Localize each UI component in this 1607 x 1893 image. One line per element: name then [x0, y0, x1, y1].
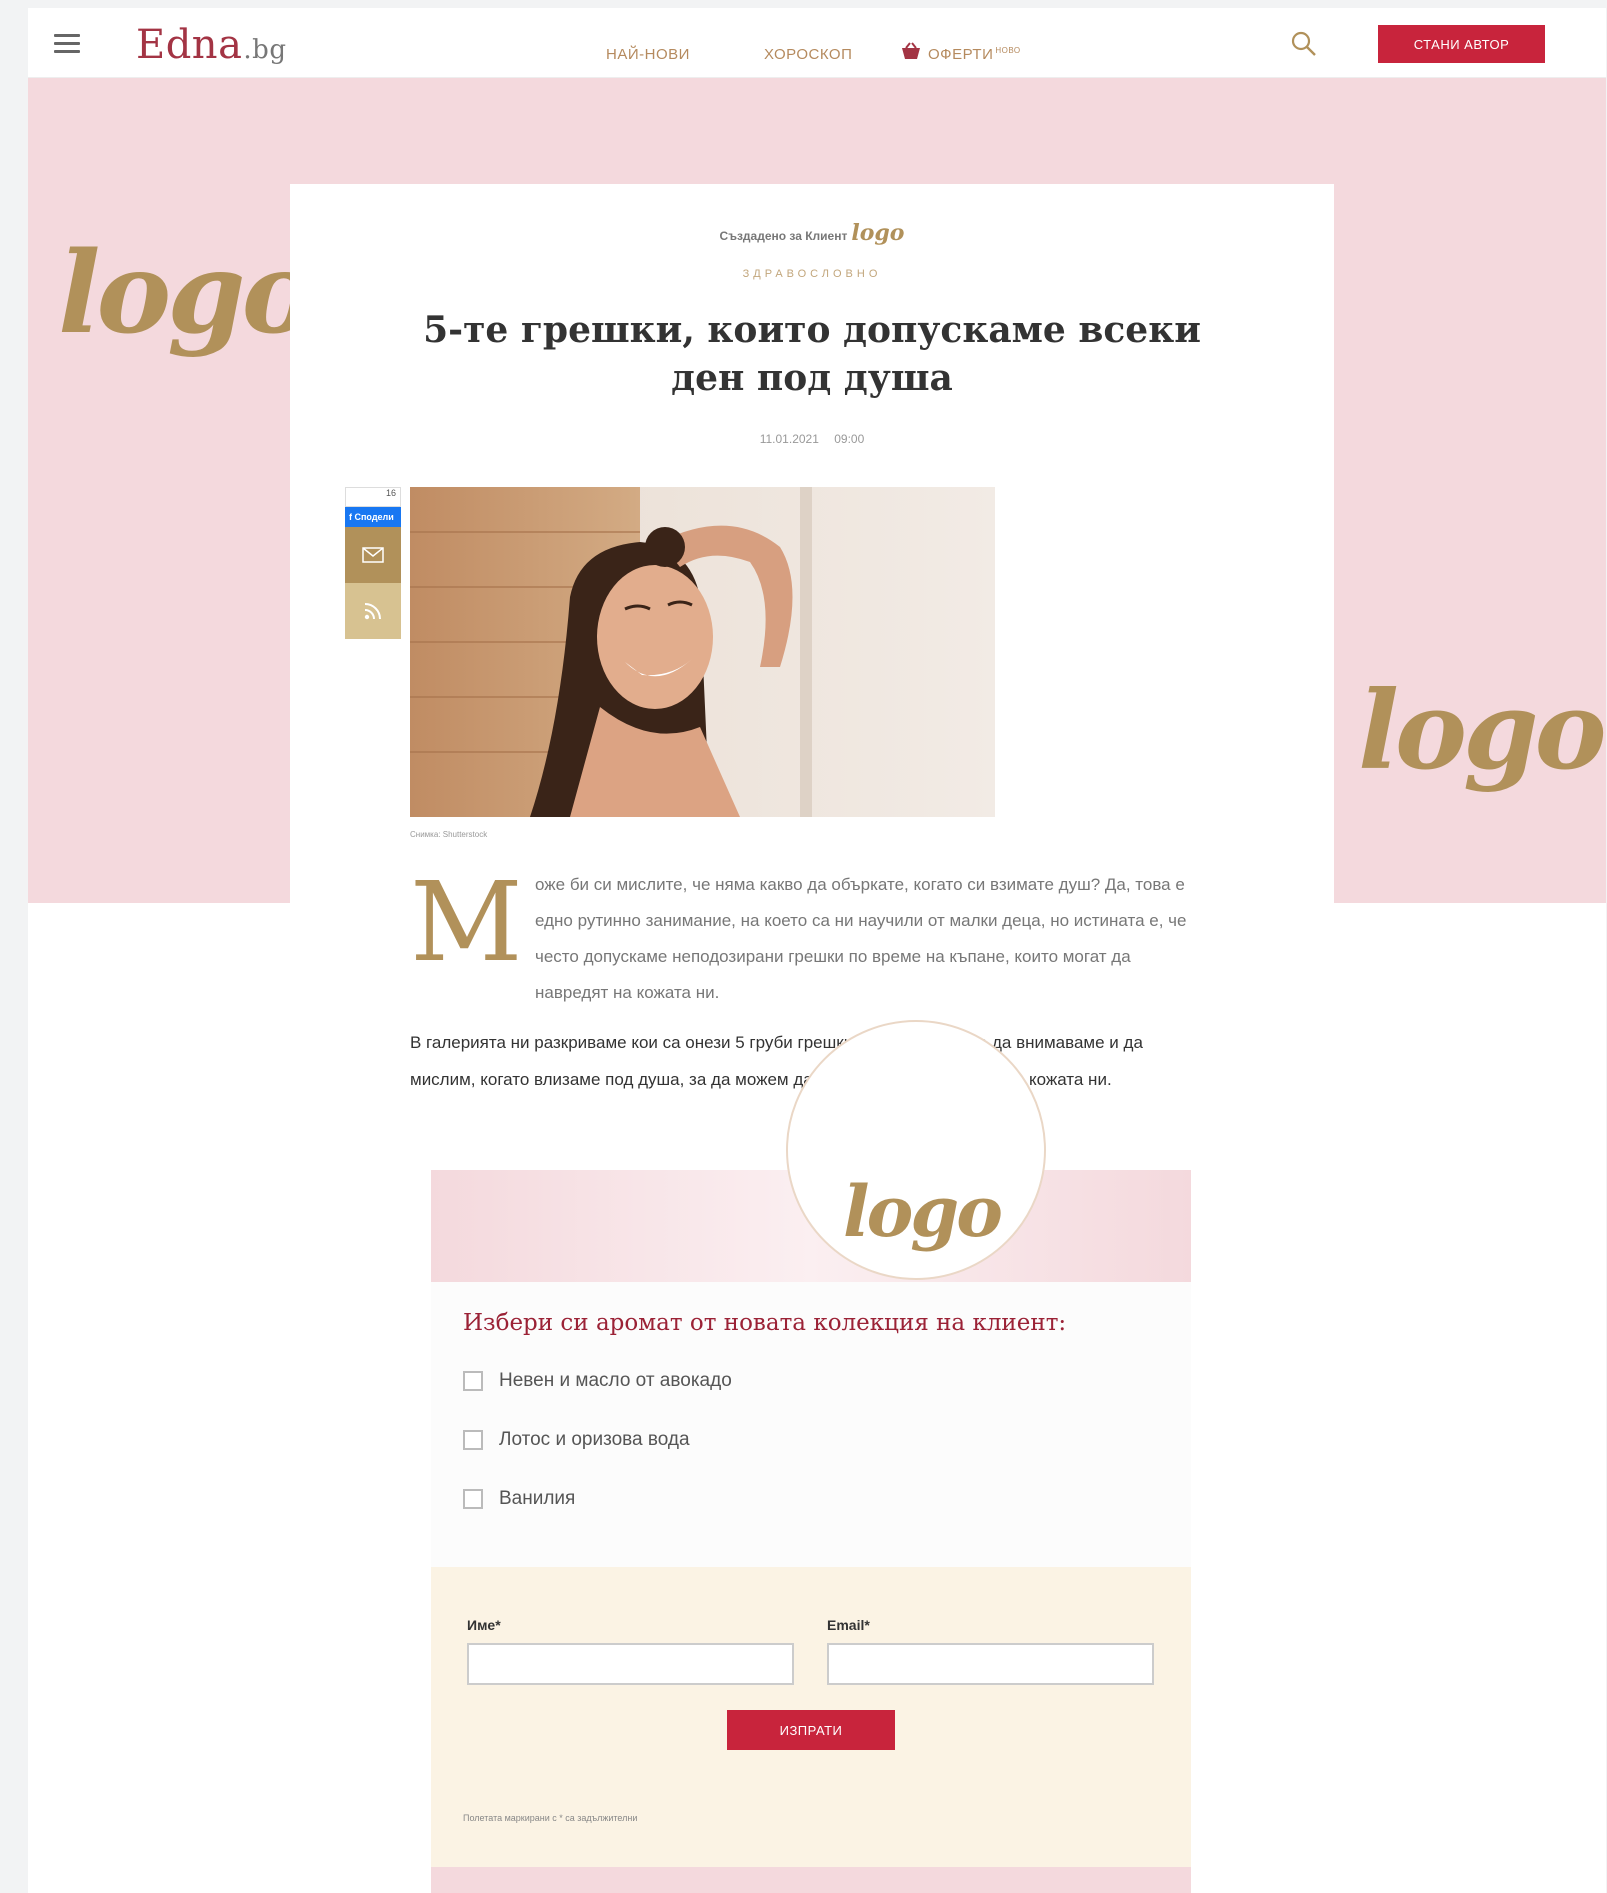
- option-label: Лотос и оризова вода: [499, 1429, 690, 1450]
- menu-icon[interactable]: [54, 34, 80, 54]
- email-label: Email*: [827, 1617, 870, 1633]
- nav-link-horoscope[interactable]: ХОРОСКОП: [764, 46, 852, 63]
- nav-link-offers[interactable]: ОФЕРТИ НОВО: [900, 42, 1021, 63]
- checkbox[interactable]: [463, 1489, 483, 1509]
- facebook-share-button[interactable]: f Сподели: [345, 507, 401, 527]
- required-note: Полетата маркирани с * са задължителни: [463, 1813, 638, 1823]
- site-header: Edna.bg НАЙ-НОВИ ХОРОСКОП ОФЕРТИ НОВО СТА…: [28, 8, 1606, 78]
- article-category[interactable]: ЗДРАВОСЛОВНО: [290, 268, 1334, 280]
- share-count: 16: [345, 487, 401, 507]
- contact-fields: Име* Email* ИЗПРАТИ Полетата маркирани с…: [431, 1567, 1191, 1867]
- form-footer-band: [431, 1867, 1191, 1893]
- email-input[interactable]: [827, 1643, 1154, 1685]
- basket-icon: [902, 42, 920, 59]
- nav-link-newest[interactable]: НАЙ-НОВИ: [606, 46, 690, 63]
- site-logo[interactable]: Edna.bg: [136, 22, 286, 68]
- drop-cap: М: [410, 858, 523, 986]
- share-bar: 16 f Сподели: [345, 487, 401, 639]
- intro-paragraph: оже би си мислите, че няма какво да обър…: [535, 875, 1187, 1002]
- option-vanilla[interactable]: Ванилия: [463, 1488, 575, 1510]
- survey-form: logo Избери си аромат от новата колекция…: [431, 1020, 1191, 1893]
- image-caption: Снимка: Shutterstock: [410, 830, 488, 839]
- form-question: Избери си аромат от новата колекция на к…: [463, 1310, 1067, 1336]
- article-meta: 11.01.2021 09:00: [290, 432, 1334, 446]
- brand-logo-right[interactable]: logo: [1358, 668, 1606, 794]
- name-label: Име*: [467, 1617, 501, 1633]
- brand-logo-left[interactable]: logo: [58, 228, 316, 359]
- checkbox[interactable]: [463, 1371, 483, 1391]
- site-tld: .bg: [243, 35, 287, 65]
- sponsor-line: Създадено за Клиент logo: [290, 220, 1334, 246]
- checkbox[interactable]: [463, 1430, 483, 1450]
- submit-button[interactable]: ИЗПРАТИ: [727, 1710, 895, 1750]
- article-title: 5-те грешки, които допускаме всеки ден п…: [423, 309, 1201, 399]
- sponsor-label: Създадено за Клиент: [719, 229, 848, 243]
- nav-offers-label: ОФЕРТИ: [928, 46, 994, 63]
- rss-share-button[interactable]: [345, 583, 401, 639]
- form-header: logo: [431, 1020, 1191, 1282]
- form-brand-logo: logo: [843, 1170, 1003, 1253]
- rss-icon: [364, 603, 381, 620]
- email-share-button[interactable]: [345, 527, 401, 583]
- article-date: 11.01.2021: [759, 432, 819, 446]
- become-author-button[interactable]: СТАНИ АВТОР: [1378, 25, 1545, 63]
- browser-page: Edna.bg НАЙ-НОВИ ХОРОСКОП ОФЕРТИ НОВО СТА…: [28, 8, 1606, 1893]
- hero-image: [410, 487, 995, 817]
- search-icon[interactable]: [1290, 30, 1318, 58]
- woman-showering-image: [410, 487, 995, 817]
- option-lotus-rice[interactable]: Лотос и оризова вода: [463, 1429, 690, 1451]
- article-time: 09:00: [834, 432, 865, 446]
- option-marigold-avocado[interactable]: Невен и масло от авокадо: [463, 1370, 732, 1392]
- site-name: Edna: [136, 22, 243, 68]
- option-label: Ванилия: [499, 1488, 576, 1509]
- option-label: Невен и масло от авокадо: [499, 1370, 732, 1391]
- name-input[interactable]: [467, 1643, 794, 1685]
- new-badge: НОВО: [995, 46, 1021, 55]
- mail-icon: [362, 547, 384, 563]
- share-label: Сподели: [354, 512, 394, 522]
- sponsor-logo[interactable]: logo: [851, 220, 904, 246]
